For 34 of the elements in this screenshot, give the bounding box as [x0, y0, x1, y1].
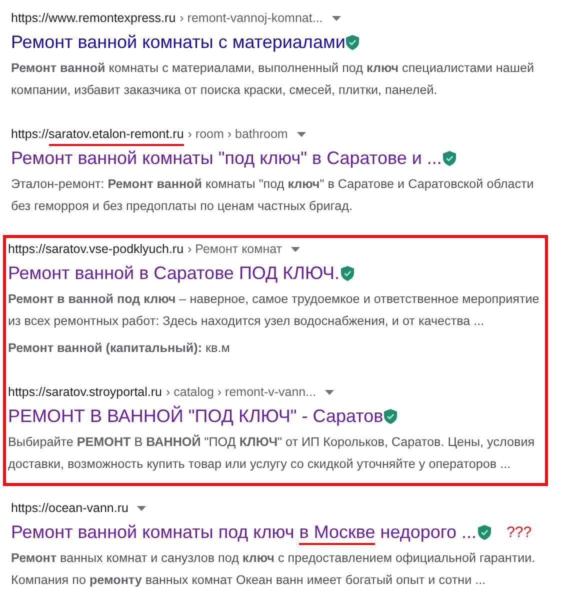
caret-icon[interactable] — [296, 132, 306, 136]
result-url[interactable]: https://www.remontexpress.ru — [11, 11, 176, 30]
result-url[interactable]: saratov.etalon-remont.ru — [48, 127, 184, 146]
title-part[interactable]: недорого ... — [375, 522, 477, 544]
title-part[interactable]: Ремонт ванной комнаты под ключ — [11, 522, 300, 544]
result-title[interactable]: РЕМОНТ В ВАННОЙ "ПОД КЛЮЧ" - Саратов — [8, 403, 541, 429]
breadcrumb: › room › bathroom — [188, 127, 288, 141]
caret-icon[interactable] — [325, 390, 334, 394]
caret-icon[interactable] — [137, 506, 146, 510]
annotation-note: ??? — [506, 524, 532, 540]
result-url[interactable]: https://saratov.stroyportal.ru — [8, 385, 162, 404]
caret-icon[interactable] — [332, 16, 341, 20]
result-snippet: Ремонт ванной комнаты с материалами, выполненный под ключ специалистами нашей компании, избавит заказчика от поиска краски, смесей, плитки, панелей. — [11, 60, 536, 99]
result-snippet: Эталон-ремонт: Ремонт ванной комнаты "под ключ" в Саратове и Саратовской области без геморроя и без предоплаты по ценам частных бригад. — [11, 176, 535, 215]
title-part[interactable]: РЕМОНТ В ВАННОЙ "ПОД КЛЮЧ" - Саратов — [8, 406, 384, 428]
result-snippet: Ремонт в ванной под ключ – наверное, самое трудоемкое и ответственное мероприятие из всех ремонтных работ: Здесь находится узел водоснабжения, и от качества ... — [8, 291, 540, 330]
title-part[interactable]: Ремонт ванной комнаты "под ключ" в Саратове и ... — [11, 148, 442, 170]
result-title[interactable]: Ремонт ванной комнаты "под ключ" в Саратове и ... — [11, 145, 541, 171]
result-title[interactable]: Ремонт ванной комнаты с материалами — [11, 29, 541, 55]
result-title[interactable]: Ремонт ванной комнаты под ключ в Москве недорого ... ??? — [11, 519, 541, 545]
breadcrumb: › remont-vannoj-komnat... — [180, 11, 323, 25]
title-part[interactable]: Ремонт ванной в Саратове ПОД КЛЮЧ. — [8, 262, 340, 286]
result-detail: Ремонт ванной (капитальный): кв.м — [8, 340, 231, 357]
title-part[interactable]: Ремонт ванной комнаты с материалами — [11, 32, 346, 54]
result-snippet: Ремонт ванных комнат и санузлов под ключ с предоставлением официальной гарантии. Компания по ремонту ванных комнат Океан ванн имеет богатый опыт и сотни ... — [11, 550, 536, 589]
title-part[interactable]: в Москве — [299, 522, 376, 544]
result-url[interactable]: https://saratov.vse-podklyuch.ru — [8, 242, 184, 261]
result-url[interactable]: https://ocean-vann.ru — [11, 501, 128, 520]
caret-icon[interactable] — [291, 246, 300, 252]
result-snippet: Выбирайте РЕМОНТ В ВАННОЙ "ПОД КЛЮЧ" от ИП Корольков, Саратов. Цены, условия доставки, возможность купить товар или услугу со скидкой уточняйте у операторов ... — [8, 434, 536, 473]
breadcrumb: › catalog › remont-v-vann... — [166, 385, 316, 399]
result-title[interactable]: Ремонт ванной в Саратове ПОД КЛЮЧ. — [8, 260, 541, 286]
breadcrumb: › Ремонт комнат — [188, 242, 282, 256]
result-url[interactable]: https:// — [11, 127, 49, 146]
